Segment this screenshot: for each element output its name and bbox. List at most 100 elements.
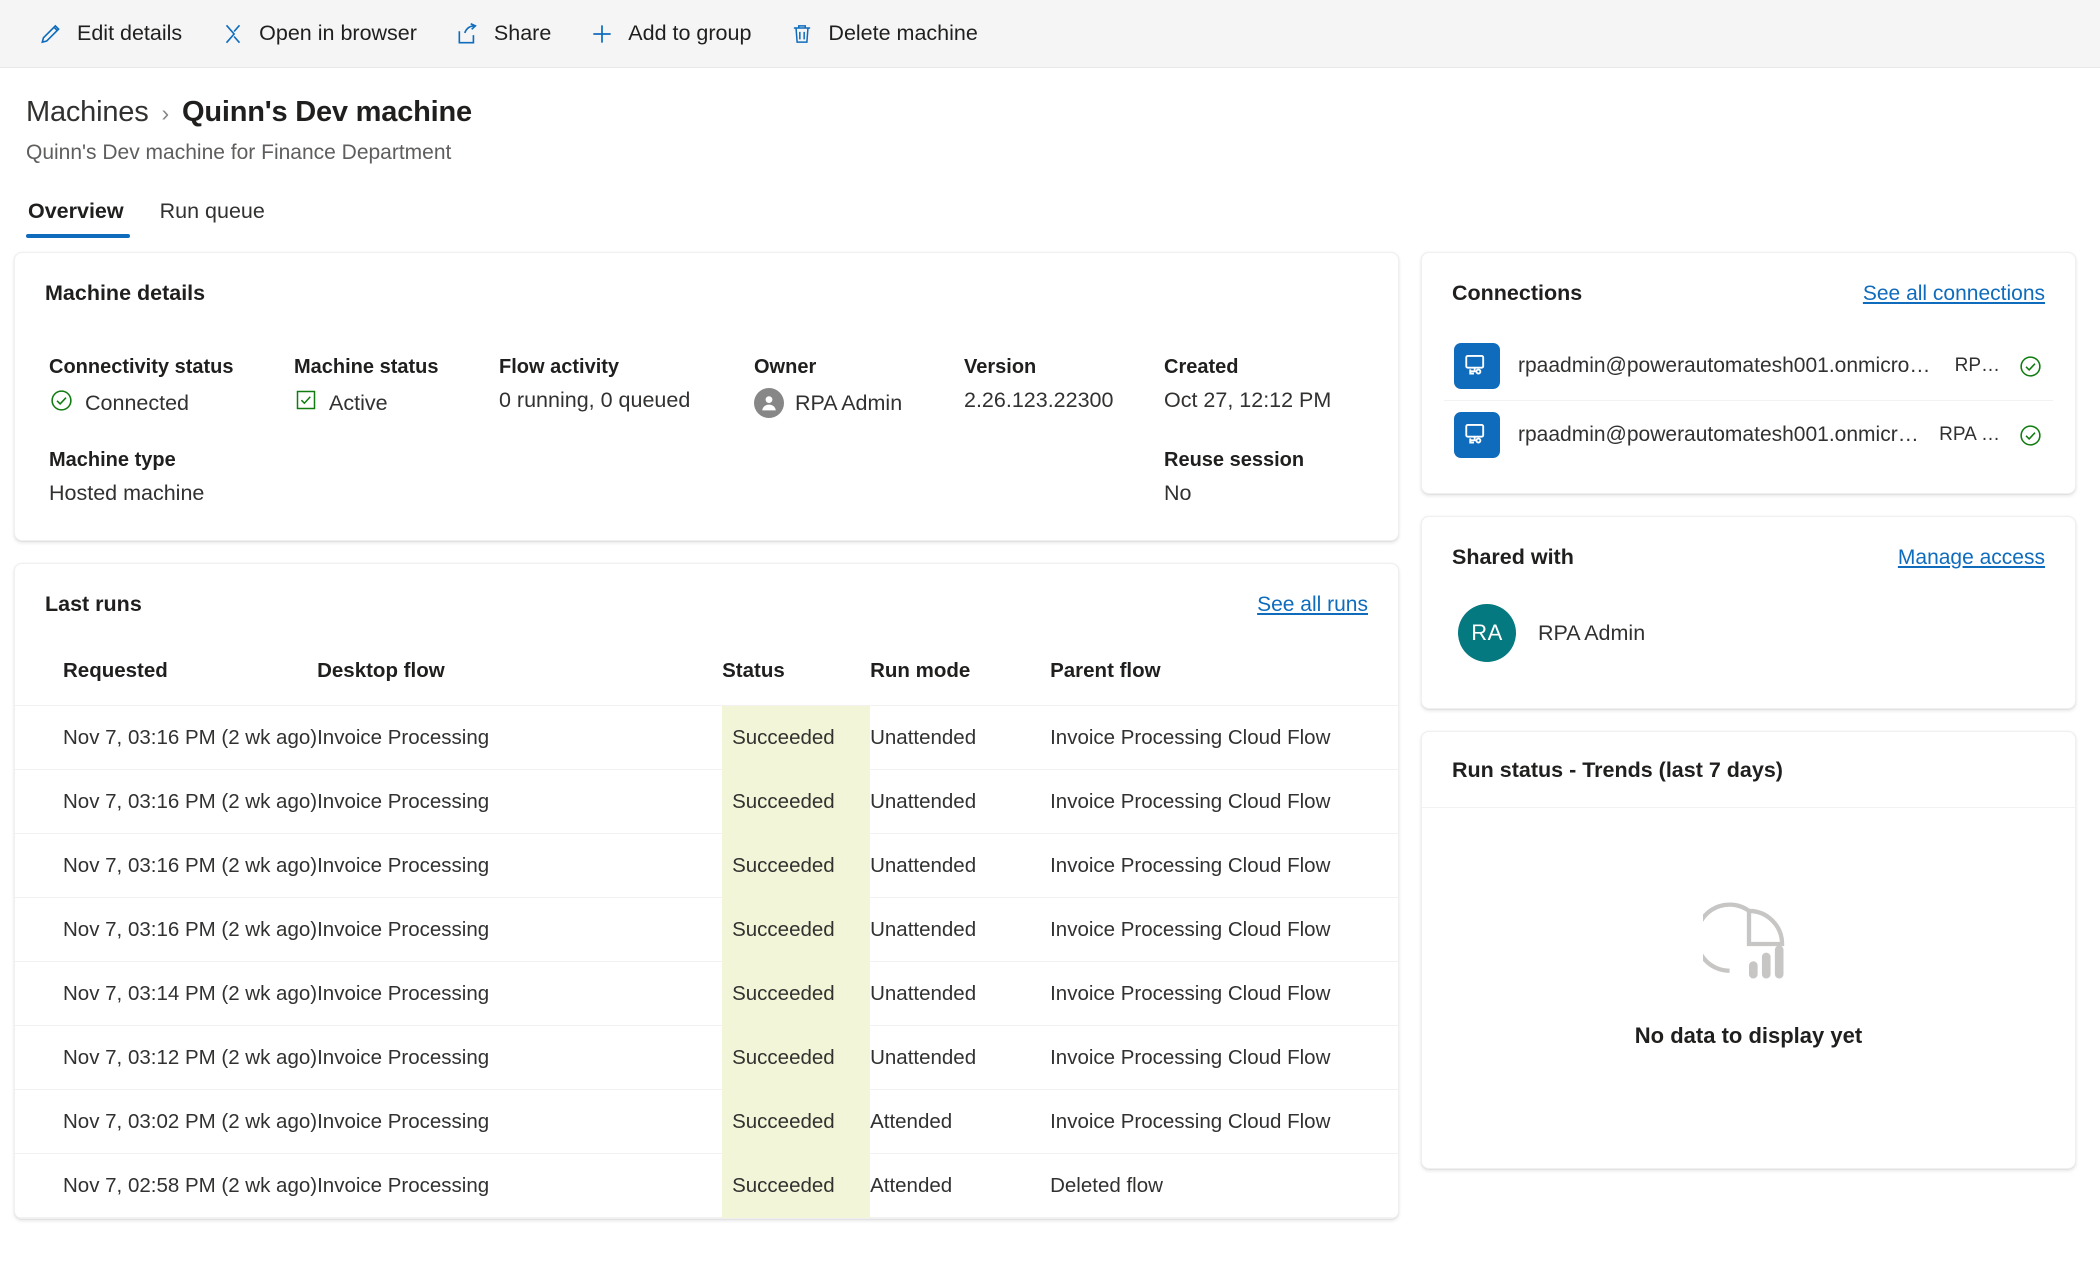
machine-details-header: Machine details [15, 253, 1398, 306]
manage-access-link[interactable]: Manage access [1898, 546, 2045, 570]
status-badge: Succeeded [722, 769, 871, 834]
desktop-flow-icon [1454, 343, 1500, 389]
table-row[interactable]: Nov 7, 03:16 PM (2 wk ago) Invoice Proces… [15, 833, 1398, 898]
grid-spacer-4 [964, 449, 1164, 506]
column-header-parent-flow[interactable]: Parent flow [1050, 647, 1398, 706]
table-row[interactable]: Nov 7, 03:16 PM (2 wk ago) Invoice Proces… [15, 769, 1398, 834]
cell-run-mode: Attended [870, 1089, 1051, 1154]
column-header-desktop-flow[interactable]: Desktop flow [317, 647, 723, 706]
table-row[interactable]: Nov 7, 03:02 PM (2 wk ago) Invoice Proces… [15, 1089, 1398, 1154]
open-in-browser-button[interactable]: Open in browser [204, 10, 433, 58]
last-runs-header: Last runs See all runs [15, 564, 1398, 617]
cell-requested: Nov 7, 03:02 PM (2 wk ago) [15, 1089, 318, 1154]
cell-requested: Nov 7, 03:16 PM (2 wk ago) [15, 897, 318, 962]
status-badge: Succeeded [722, 897, 871, 962]
connections-title: Connections [1452, 281, 1583, 305]
column-header-status[interactable]: Status [722, 647, 871, 706]
cell-run-mode: Unattended [870, 769, 1051, 834]
cell-desktop-flow: Invoice Processing [317, 1025, 723, 1090]
circle-check-icon [2018, 423, 2043, 448]
tab-overview[interactable]: Overview [26, 195, 142, 238]
cell-run-mode: Attended [870, 1153, 1051, 1218]
column-header-requested[interactable]: Requested [15, 647, 318, 706]
checkbox-checked-icon [294, 388, 318, 418]
edit-details-label: Edit details [77, 21, 183, 45]
table-row[interactable]: Nov 7, 03:16 PM (2 wk ago) Invoice Proces… [15, 705, 1398, 770]
status-badge: Succeeded [722, 1089, 871, 1154]
tab-run-queue[interactable]: Run queue [142, 195, 283, 238]
connection-row[interactable]: rpaadmin@powerautomatesh001.onmicro… RPA … [1444, 401, 2053, 469]
connection-name: rpaadmin@powerautomatesh001.onmicros… [1518, 354, 1937, 377]
machine-status-label: Machine status [294, 356, 439, 378]
share-button[interactable]: Share [439, 10, 567, 58]
add-to-group-button[interactable]: Add to group [573, 10, 767, 58]
last-runs-title: Last runs [45, 592, 142, 616]
breadcrumb: Machines › Quinn's Dev machine [26, 96, 2074, 129]
cell-run-mode: Unattended [870, 705, 1051, 770]
field-flow-activity: Flow activity 0 running, 0 queued [499, 356, 754, 419]
connection-row[interactable]: rpaadmin@powerautomatesh001.onmicros… RP… [1444, 332, 2053, 401]
shared-with-title: Shared with [1452, 545, 1574, 569]
page-header: Machines › Quinn's Dev machine Quinn's D… [0, 68, 2100, 238]
connectivity-status-value-row: Connected [49, 388, 294, 419]
see-all-connections-link[interactable]: See all connections [1863, 282, 2045, 306]
reuse-session-label: Reuse session [1164, 449, 1305, 471]
tab-run-queue-label: Run queue [159, 199, 265, 223]
field-created: Created Oct 27, 12:12 PM [1164, 356, 1424, 419]
connectivity-status-label: Connectivity status [49, 356, 234, 378]
grid-spacer-1 [294, 449, 499, 506]
version-label: Version [964, 356, 1037, 378]
see-all-runs-link[interactable]: See all runs [1257, 593, 1368, 617]
last-runs-card: Last runs See all runs Requested Desktop… [14, 563, 1399, 1219]
cell-parent-flow: Invoice Processing Cloud Flow [1050, 961, 1398, 1026]
cell-parent-flow: Invoice Processing Cloud Flow [1050, 1089, 1398, 1154]
edit-details-button[interactable]: Edit details [22, 10, 198, 58]
table-row[interactable]: Nov 7, 03:16 PM (2 wk ago) Invoice Proces… [15, 897, 1398, 962]
status-badge: Succeeded [722, 1025, 871, 1090]
grid-spacer-3 [754, 449, 964, 506]
circle-check-icon [49, 388, 74, 419]
machine-details-grid: Connectivity status Connected Machine st… [15, 306, 1398, 506]
cell-requested: Nov 7, 03:16 PM (2 wk ago) [15, 833, 318, 898]
shared-person-row[interactable]: RA RPA Admin [1422, 570, 2075, 662]
created-label: Created [1164, 356, 1239, 378]
share-label: Share [493, 21, 552, 45]
cell-requested: Nov 7, 03:14 PM (2 wk ago) [15, 961, 318, 1026]
cell-parent-flow: Invoice Processing Cloud Flow [1050, 769, 1398, 834]
chevron-right-icon: › [161, 100, 170, 126]
cell-parent-flow: Invoice Processing Cloud Flow [1050, 705, 1398, 770]
field-machine-type: Machine type Hosted machine [49, 449, 294, 506]
table-row[interactable]: Nov 7, 02:58 PM (2 wk ago) Invoice Proces… [15, 1153, 1398, 1218]
last-runs-table-body: Nov 7, 03:16 PM (2 wk ago) Invoice Proces… [15, 705, 1398, 1218]
content-area: Machine details Connectivity status Conn… [0, 238, 2100, 1219]
flow-activity-value: 0 running, 0 queued [499, 388, 691, 412]
shared-with-card: Shared with Manage access RA RPA Admin [1421, 516, 2076, 709]
cell-requested: Nov 7, 03:16 PM (2 wk ago) [15, 769, 318, 834]
delete-machine-button[interactable]: Delete machine [773, 10, 993, 58]
field-reuse-session: Reuse session No [1164, 449, 1424, 506]
field-connectivity-status: Connectivity status Connected [49, 356, 294, 419]
connections-list: rpaadmin@powerautomatesh001.onmicros… RP…… [1422, 306, 2075, 493]
tab-overview-label: Overview [28, 199, 124, 223]
field-version: Version 2.26.123.22300 [964, 356, 1164, 419]
pencil-icon [38, 21, 64, 47]
circle-check-icon [2018, 354, 2043, 379]
open-in-browser-label: Open in browser [259, 21, 417, 45]
avatar: RA [1458, 604, 1516, 662]
cell-parent-flow: Invoice Processing Cloud Flow [1050, 1025, 1398, 1090]
flow-activity-label: Flow activity [499, 356, 620, 378]
shared-with-header: Shared with Manage access [1422, 517, 2075, 570]
machine-details-card: Machine details Connectivity status Conn… [14, 252, 1399, 541]
plus-icon [589, 21, 615, 47]
column-header-run-mode[interactable]: Run mode [870, 647, 1051, 706]
cell-parent-flow: Invoice Processing Cloud Flow [1050, 897, 1398, 962]
add-to-group-label: Add to group [628, 21, 752, 45]
cell-parent-flow: Invoice Processing Cloud Flow [1050, 833, 1398, 898]
table-row[interactable]: Nov 7, 03:14 PM (2 wk ago) Invoice Proces… [15, 961, 1398, 1026]
table-row[interactable]: Nov 7, 03:12 PM (2 wk ago) Invoice Proces… [15, 1025, 1398, 1090]
cell-desktop-flow: Invoice Processing [317, 705, 723, 770]
pie-chart-bars-icon [1693, 898, 1795, 995]
connection-owner: RPA … [1939, 424, 2000, 445]
field-machine-status: Machine status Active [294, 356, 499, 419]
breadcrumb-machines-link[interactable]: Machines [26, 96, 149, 129]
